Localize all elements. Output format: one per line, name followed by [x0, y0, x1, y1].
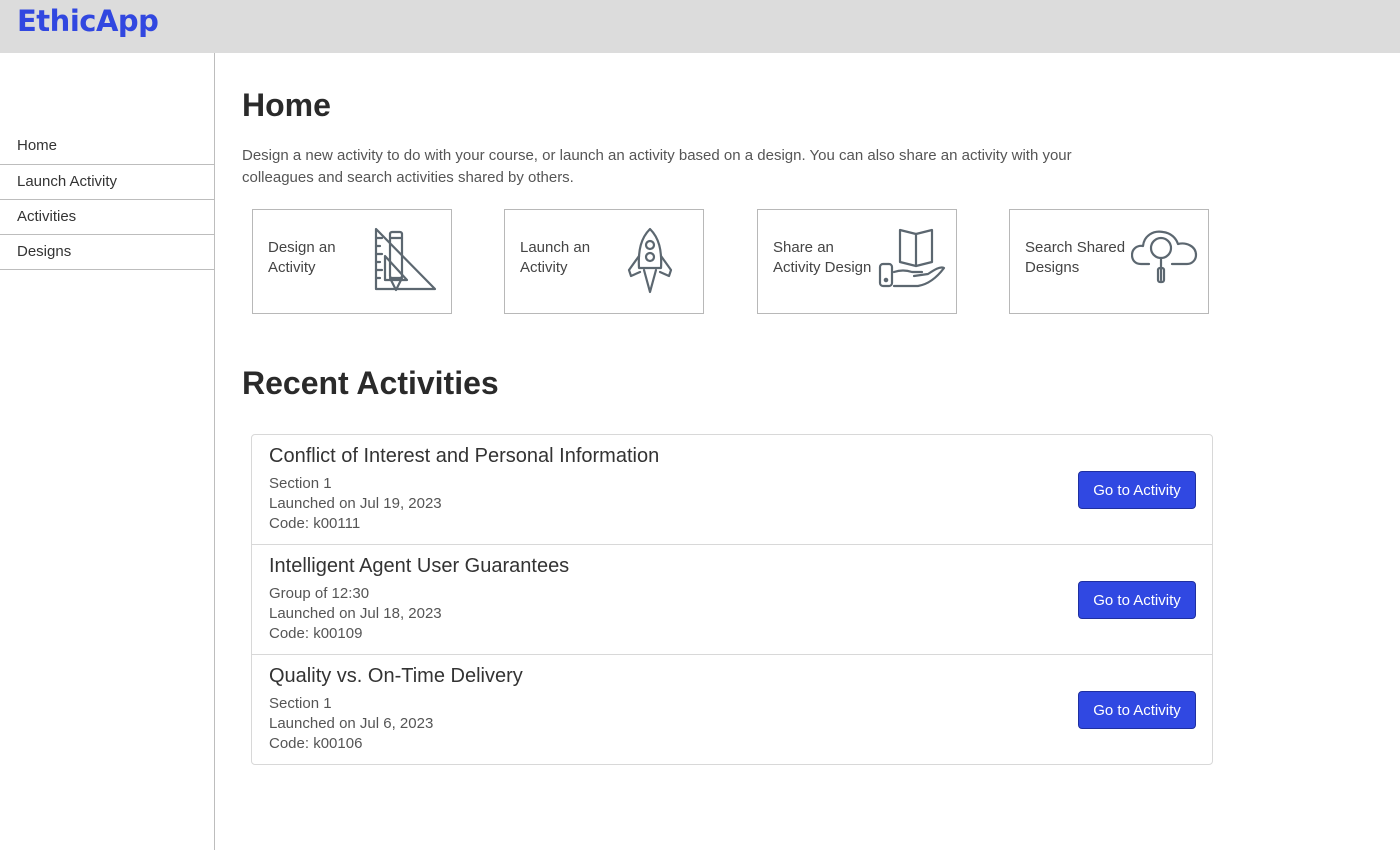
- sidebar-item-home[interactable]: Home: [0, 130, 214, 165]
- sidebar-item-activities[interactable]: Activities: [0, 200, 214, 235]
- top-bar: EthicApp: [0, 0, 1400, 53]
- activity-code: Code: k00106: [269, 735, 363, 752]
- go-to-activity-button[interactable]: Go to Activity: [1078, 471, 1196, 509]
- search-shared-designs-card[interactable]: Search Shared Designs: [1009, 209, 1209, 314]
- activity-title: Intelligent Agent User Guarantees: [269, 555, 570, 577]
- sidebar: Home Launch Activity Activities Designs: [0, 53, 215, 850]
- sidebar-item-designs[interactable]: Designs: [0, 235, 214, 270]
- activity-title: Conflict of Interest and Personal Inform…: [269, 445, 660, 467]
- go-to-activity-button[interactable]: Go to Activity: [1078, 691, 1196, 729]
- activity-title: Quality vs. On-Time Delivery: [269, 665, 523, 687]
- go-to-activity-button[interactable]: Go to Activity: [1078, 581, 1196, 619]
- share-book-hand-icon: [878, 228, 946, 288]
- activity-group: Section 1: [269, 475, 332, 492]
- activity-launch-date: Launched on Jul 18, 2023: [269, 605, 442, 622]
- activity-group: Section 1: [269, 695, 332, 712]
- recent-activities-heading: Recent Activities: [242, 365, 499, 401]
- rocket-icon: [627, 227, 673, 294]
- activity-group: Group of 12:30: [269, 585, 370, 602]
- cloud-search-icon: [1131, 230, 1198, 284]
- card-label: Share an Activity Design: [773, 239, 872, 276]
- page-title: Home: [242, 87, 331, 123]
- activity-launch-date: Launched on Jul 6, 2023: [269, 715, 434, 732]
- card-label: Design an Activity: [268, 239, 336, 276]
- launch-activity-card[interactable]: Launch an Activity: [504, 209, 704, 314]
- share-activity-design-card[interactable]: Share an Activity Design: [757, 209, 957, 314]
- activity-row: Quality vs. On-Time Delivery Section 1 L…: [252, 655, 1212, 764]
- sidebar-item-launch-activity[interactable]: Launch Activity: [0, 165, 214, 200]
- app-logo[interactable]: EthicApp: [17, 4, 159, 38]
- intro-text: Design a new activity to do with your co…: [242, 147, 1072, 186]
- activity-code: Code: k00109: [269, 625, 363, 642]
- card-label: Launch an Activity: [520, 239, 591, 276]
- recent-activities-list: Conflict of Interest and Personal Inform…: [251, 434, 1213, 765]
- card-label: Search Shared Designs: [1025, 239, 1126, 276]
- activity-code: Code: k00111: [269, 515, 361, 532]
- sidebar-nav: Home Launch Activity Activities Designs: [0, 130, 214, 270]
- design-activity-card[interactable]: Design an Activity: [252, 209, 452, 314]
- activity-row: Conflict of Interest and Personal Inform…: [252, 435, 1212, 545]
- activity-row: Intelligent Agent User Guarantees Group …: [252, 545, 1212, 655]
- activity-launch-date: Launched on Jul 19, 2023: [269, 495, 442, 512]
- ruler-pencil-icon: [374, 227, 437, 292]
